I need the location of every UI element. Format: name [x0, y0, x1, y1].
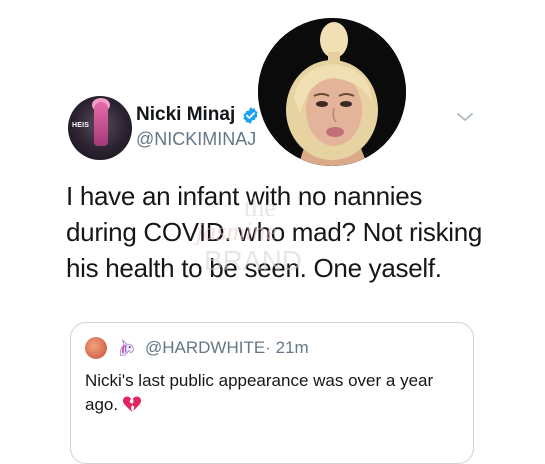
name-row[interactable]: Nicki Minaj: [136, 104, 260, 126]
quoted-tweet-header: @HARDWHITE · 21m: [85, 337, 309, 359]
quoted-tweet-text-container: Nicki's last public appearance was over …: [85, 369, 455, 417]
display-name[interactable]: Nicki Minaj: [136, 104, 235, 126]
profile-photo-large: [258, 18, 406, 166]
avatar-figure: [94, 102, 108, 146]
quoted-avatar: [85, 337, 107, 359]
verified-badge-icon: [243, 106, 258, 124]
chevron-down-icon[interactable]: [456, 110, 474, 124]
quoted-handle[interactable]: @HARDWHITE: [145, 338, 265, 358]
tweet-text: I have an infant with no nannies during …: [66, 181, 483, 283]
broken-heart-icon: [122, 396, 142, 412]
quoted-tweet-card[interactable]: @HARDWHITE · 21m Nicki's last public app…: [70, 322, 474, 464]
unicorn-icon: [119, 339, 134, 356]
user-handle[interactable]: @NICKIMINAJ: [136, 129, 256, 150]
avatar-badge-text: HEIS: [72, 122, 90, 129]
quoted-timestamp[interactable]: · 21m: [265, 338, 308, 358]
profile-photo-illustration: [258, 18, 406, 166]
avatar[interactable]: HEIS: [68, 96, 132, 160]
